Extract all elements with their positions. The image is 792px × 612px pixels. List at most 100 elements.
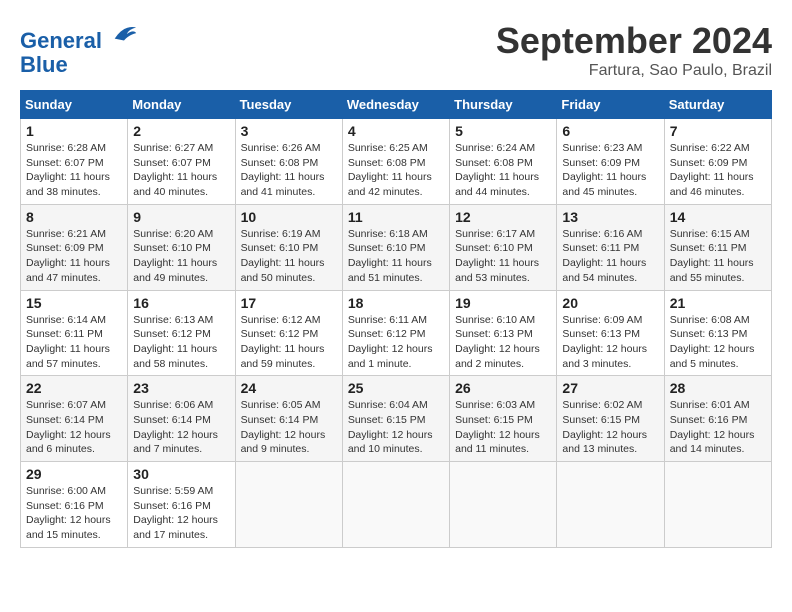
day-number: 27: [562, 380, 658, 396]
calendar-week-1: 1 Sunrise: 6:28 AM Sunset: 6:07 PM Daylig…: [21, 119, 772, 205]
day-info: Sunrise: 6:14 AM Sunset: 6:11 PM Dayligh…: [26, 313, 122, 372]
day-number: 4: [348, 123, 444, 139]
calendar-week-4: 22 Sunrise: 6:07 AM Sunset: 6:14 PM Dayli…: [21, 376, 772, 462]
day-info: Sunrise: 6:03 AM Sunset: 6:15 PM Dayligh…: [455, 398, 551, 457]
day-number: 3: [241, 123, 337, 139]
month-title: September 2024: [496, 20, 772, 62]
day-header-thursday: Thursday: [450, 91, 557, 119]
day-number: 21: [670, 295, 766, 311]
day-number: 19: [455, 295, 551, 311]
day-info: Sunrise: 6:20 AM Sunset: 6:10 PM Dayligh…: [133, 227, 229, 286]
day-info: Sunrise: 6:07 AM Sunset: 6:14 PM Dayligh…: [26, 398, 122, 457]
day-info: Sunrise: 6:11 AM Sunset: 6:12 PM Dayligh…: [348, 313, 444, 372]
calendar-cell: 21Sunrise: 6:08 AM Sunset: 6:13 PM Dayli…: [664, 290, 771, 376]
day-number: 17: [241, 295, 337, 311]
calendar-cell: 11 Sunrise: 6:18 AM Sunset: 6:10 PM Dayli…: [342, 204, 449, 290]
calendar-cell: 27 Sunrise: 6:02 AM Sunset: 6:15 PM Dayli…: [557, 376, 664, 462]
day-info: Sunrise: 6:01 AM Sunset: 6:16 PM Dayligh…: [670, 398, 766, 457]
logo-text: General: [20, 20, 138, 53]
day-info: Sunrise: 6:05 AM Sunset: 6:14 PM Dayligh…: [241, 398, 337, 457]
calendar-body: 1 Sunrise: 6:28 AM Sunset: 6:07 PM Daylig…: [21, 119, 772, 548]
calendar-cell: 17 Sunrise: 6:12 AM Sunset: 6:12 PM Dayli…: [235, 290, 342, 376]
day-info: Sunrise: 6:02 AM Sunset: 6:15 PM Dayligh…: [562, 398, 658, 457]
calendar-cell: 8 Sunrise: 6:21 AM Sunset: 6:09 PM Daylig…: [21, 204, 128, 290]
calendar-week-2: 8 Sunrise: 6:21 AM Sunset: 6:09 PM Daylig…: [21, 204, 772, 290]
day-info: Sunrise: 6:09 AM Sunset: 6:13 PM Dayligh…: [562, 313, 658, 372]
day-info: Sunrise: 6:22 AM Sunset: 6:09 PM Dayligh…: [670, 141, 766, 200]
calendar-cell: 19 Sunrise: 6:10 AM Sunset: 6:13 PM Dayli…: [450, 290, 557, 376]
calendar-week-3: 15 Sunrise: 6:14 AM Sunset: 6:11 PM Dayli…: [21, 290, 772, 376]
calendar-cell: 10 Sunrise: 6:19 AM Sunset: 6:10 PM Dayli…: [235, 204, 342, 290]
day-header-saturday: Saturday: [664, 91, 771, 119]
calendar-cell: 13 Sunrise: 6:16 AM Sunset: 6:11 PM Dayli…: [557, 204, 664, 290]
calendar-week-5: 29Sunrise: 6:00 AM Sunset: 6:16 PM Dayli…: [21, 462, 772, 548]
calendar-header-row: SundayMondayTuesdayWednesdayThursdayFrid…: [21, 91, 772, 119]
day-number: 11: [348, 209, 444, 225]
calendar-cell: [450, 462, 557, 548]
calendar-cell: 29Sunrise: 6:00 AM Sunset: 6:16 PM Dayli…: [21, 462, 128, 548]
calendar-cell: 3 Sunrise: 6:26 AM Sunset: 6:08 PM Daylig…: [235, 119, 342, 205]
day-number: 30: [133, 466, 229, 482]
page-header: General Blue September 2024 Fartura, Sao…: [20, 20, 772, 80]
day-number: 14: [670, 209, 766, 225]
day-header-friday: Friday: [557, 91, 664, 119]
day-number: 18: [348, 295, 444, 311]
day-info: Sunrise: 6:10 AM Sunset: 6:13 PM Dayligh…: [455, 313, 551, 372]
day-number: 16: [133, 295, 229, 311]
calendar-cell: 12 Sunrise: 6:17 AM Sunset: 6:10 PM Dayli…: [450, 204, 557, 290]
day-number: 10: [241, 209, 337, 225]
day-info: Sunrise: 6:13 AM Sunset: 6:12 PM Dayligh…: [133, 313, 229, 372]
day-info: Sunrise: 6:23 AM Sunset: 6:09 PM Dayligh…: [562, 141, 658, 200]
calendar-cell: 2Sunrise: 6:27 AM Sunset: 6:07 PM Daylig…: [128, 119, 235, 205]
day-number: 13: [562, 209, 658, 225]
day-number: 5: [455, 123, 551, 139]
calendar-cell: 9Sunrise: 6:20 AM Sunset: 6:10 PM Daylig…: [128, 204, 235, 290]
day-number: 8: [26, 209, 122, 225]
calendar-cell: 26 Sunrise: 6:03 AM Sunset: 6:15 PM Dayli…: [450, 376, 557, 462]
day-number: 26: [455, 380, 551, 396]
day-number: 22: [26, 380, 122, 396]
day-info: Sunrise: 6:18 AM Sunset: 6:10 PM Dayligh…: [348, 227, 444, 286]
day-info: Sunrise: 6:28 AM Sunset: 6:07 PM Dayligh…: [26, 141, 122, 200]
day-number: 1: [26, 123, 122, 139]
day-header-wednesday: Wednesday: [342, 91, 449, 119]
logo-blue: Blue: [20, 53, 138, 77]
day-info: Sunrise: 6:19 AM Sunset: 6:10 PM Dayligh…: [241, 227, 337, 286]
day-info: Sunrise: 6:17 AM Sunset: 6:10 PM Dayligh…: [455, 227, 551, 286]
title-block: September 2024 Fartura, Sao Paulo, Brazi…: [496, 20, 772, 80]
day-number: 28: [670, 380, 766, 396]
day-number: 12: [455, 209, 551, 225]
day-info: Sunrise: 6:16 AM Sunset: 6:11 PM Dayligh…: [562, 227, 658, 286]
calendar-cell: [235, 462, 342, 548]
calendar-cell: 18 Sunrise: 6:11 AM Sunset: 6:12 PM Dayli…: [342, 290, 449, 376]
calendar-cell: [664, 462, 771, 548]
day-number: 20: [562, 295, 658, 311]
day-number: 7: [670, 123, 766, 139]
calendar-cell: 24 Sunrise: 6:05 AM Sunset: 6:14 PM Dayli…: [235, 376, 342, 462]
day-number: 24: [241, 380, 337, 396]
calendar-cell: [342, 462, 449, 548]
calendar-cell: [557, 462, 664, 548]
calendar-cell: 22 Sunrise: 6:07 AM Sunset: 6:14 PM Dayli…: [21, 376, 128, 462]
day-number: 6: [562, 123, 658, 139]
day-info: Sunrise: 6:12 AM Sunset: 6:12 PM Dayligh…: [241, 313, 337, 372]
calendar-cell: 7 Sunrise: 6:22 AM Sunset: 6:09 PM Daylig…: [664, 119, 771, 205]
day-info: Sunrise: 6:21 AM Sunset: 6:09 PM Dayligh…: [26, 227, 122, 286]
day-number: 15: [26, 295, 122, 311]
day-info: Sunrise: 6:00 AM Sunset: 6:16 PM Dayligh…: [26, 484, 122, 543]
day-info: Sunrise: 6:06 AM Sunset: 6:14 PM Dayligh…: [133, 398, 229, 457]
calendar-cell: 6 Sunrise: 6:23 AM Sunset: 6:09 PM Daylig…: [557, 119, 664, 205]
calendar-cell: 5 Sunrise: 6:24 AM Sunset: 6:08 PM Daylig…: [450, 119, 557, 205]
day-info: Sunrise: 6:15 AM Sunset: 6:11 PM Dayligh…: [670, 227, 766, 286]
calendar-cell: 30Sunrise: 5:59 AM Sunset: 6:16 PM Dayli…: [128, 462, 235, 548]
day-info: Sunrise: 6:24 AM Sunset: 6:08 PM Dayligh…: [455, 141, 551, 200]
day-info: Sunrise: 6:04 AM Sunset: 6:15 PM Dayligh…: [348, 398, 444, 457]
calendar-cell: 28 Sunrise: 6:01 AM Sunset: 6:16 PM Dayli…: [664, 376, 771, 462]
calendar-table: SundayMondayTuesdayWednesdayThursdayFrid…: [20, 90, 772, 548]
day-number: 23: [133, 380, 229, 396]
calendar-cell: 23 Sunrise: 6:06 AM Sunset: 6:14 PM Dayli…: [128, 376, 235, 462]
calendar-cell: 14 Sunrise: 6:15 AM Sunset: 6:11 PM Dayli…: [664, 204, 771, 290]
day-info: Sunrise: 6:26 AM Sunset: 6:08 PM Dayligh…: [241, 141, 337, 200]
logo-bird-icon: [110, 20, 138, 48]
calendar-cell: 25Sunrise: 6:04 AM Sunset: 6:15 PM Dayli…: [342, 376, 449, 462]
